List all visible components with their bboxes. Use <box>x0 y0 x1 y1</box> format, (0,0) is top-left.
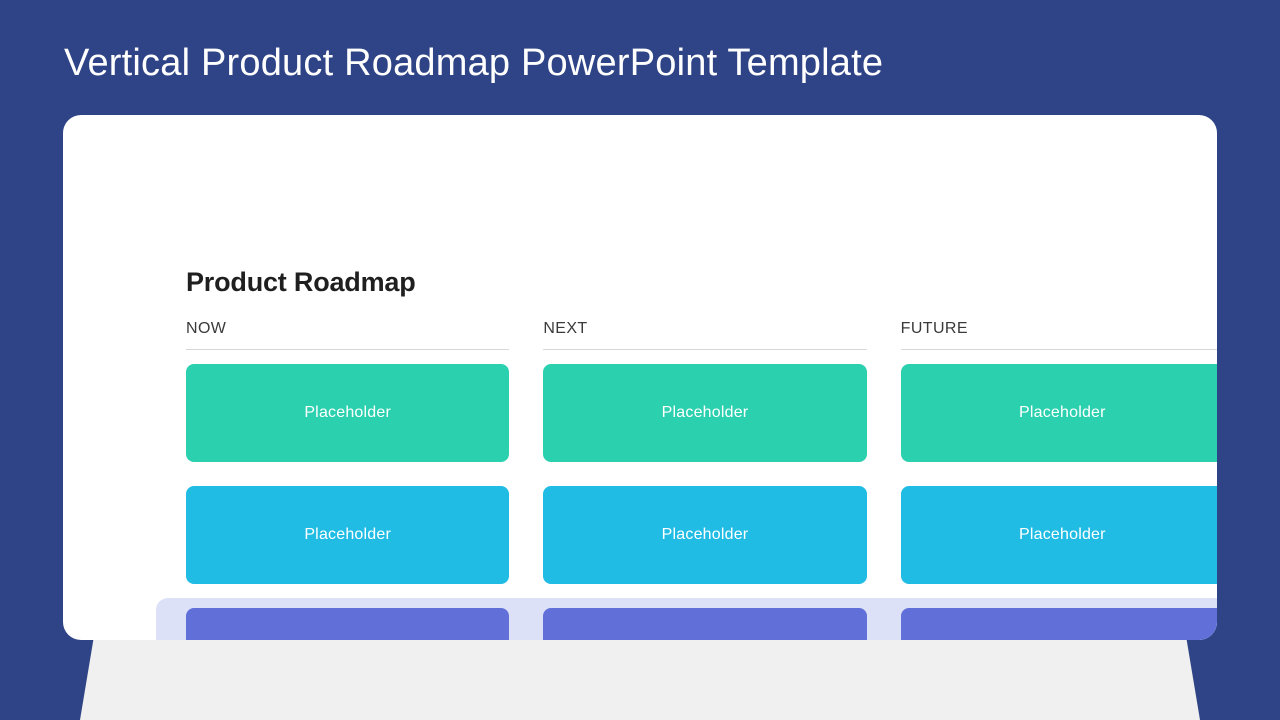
roadmap-columns: NOW Placeholder Placeholder Placeholder … <box>186 320 1217 640</box>
column-divider <box>543 349 867 350</box>
roadmap-column-now: NOW Placeholder Placeholder Placeholder <box>186 320 510 640</box>
roadmap-heading: Product Roadmap <box>186 267 416 297</box>
roadmap-card[interactable]: Placeholder <box>900 364 1217 462</box>
roadmap-column-future: FUTURE Placeholder Placeholder Placehold… <box>900 320 1217 640</box>
roadmap-card[interactable]: Placeholder <box>543 608 867 640</box>
column-header-next: NEXT <box>543 320 588 337</box>
column-divider <box>186 349 510 350</box>
roadmap-card[interactable]: Placeholder <box>543 364 867 462</box>
card-stack-now: Placeholder Placeholder Placeholder <box>186 364 510 640</box>
roadmap-card[interactable]: Placeholder <box>186 486 510 584</box>
roadmap-card[interactable]: Placeholder <box>186 608 510 640</box>
roadmap-card[interactable]: Placeholder <box>186 364 510 462</box>
column-header-future: FUTURE <box>900 320 968 337</box>
card-stack-future: Placeholder Placeholder Placeholder <box>900 364 1217 640</box>
roadmap-card[interactable]: Placeholder <box>543 486 867 584</box>
column-divider <box>900 349 1217 350</box>
page-title: Vertical Product Roadmap PowerPoint Temp… <box>64 42 884 84</box>
roadmap-container: Product Roadmap NOW Placeholder Placehol… <box>186 267 1217 640</box>
roadmap-card[interactable]: Placeholder <box>900 608 1217 640</box>
roadmap-card[interactable]: Placeholder <box>900 486 1217 584</box>
card-stack-next: Placeholder Placeholder Placeholder <box>543 364 867 640</box>
column-header-now: NOW <box>186 320 227 337</box>
roadmap-column-next: NEXT Placeholder Placeholder Placeholder <box>543 320 867 640</box>
slide-card: Product Roadmap NOW Placeholder Placehol… <box>63 115 1217 640</box>
